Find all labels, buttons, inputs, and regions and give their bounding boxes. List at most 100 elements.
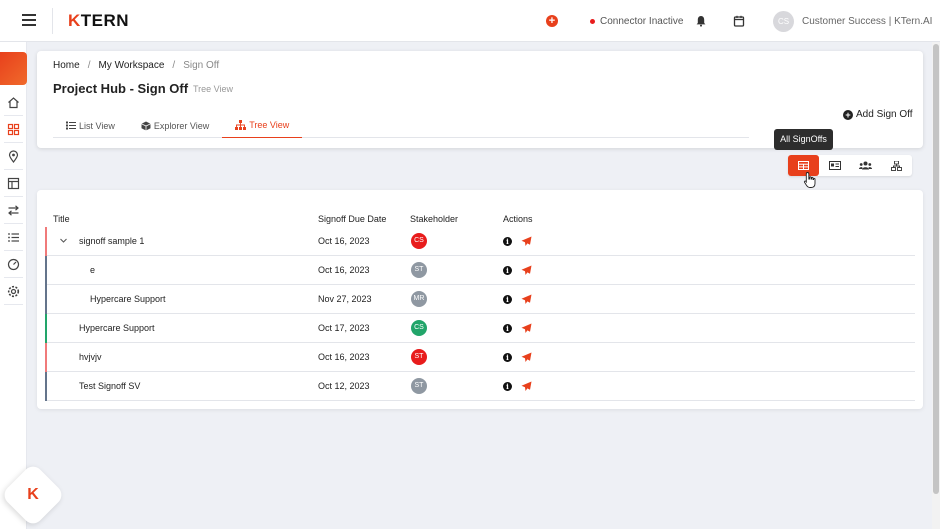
- list-icon[interactable]: [7, 231, 20, 244]
- ktern-k-logo-icon[interactable]: K: [10, 472, 56, 518]
- swap-arrows-icon[interactable]: [7, 204, 20, 217]
- stakeholder-avatar[interactable]: ST: [411, 349, 427, 365]
- send-paper-plane-icon[interactable]: [521, 294, 532, 305]
- tab-list-view[interactable]: List View: [53, 113, 128, 138]
- signoff-table: Title Signoff Due Date Stakeholder Actio…: [37, 190, 923, 409]
- divider: [4, 223, 23, 224]
- tab-explorer-view[interactable]: Explorer View: [128, 113, 222, 138]
- settings-gear-icon[interactable]: [7, 285, 20, 298]
- due-date: Nov 27, 2023: [318, 294, 372, 304]
- divider: [4, 304, 23, 305]
- due-date: Oct 16, 2023: [318, 352, 370, 362]
- divider: [4, 169, 23, 170]
- tab-tree-view[interactable]: Tree View: [222, 113, 303, 138]
- bell-icon[interactable]: [695, 15, 707, 27]
- sidebar-accent: [0, 52, 27, 85]
- divider: [4, 196, 23, 197]
- info-icon[interactable]: i: [503, 324, 512, 333]
- info-icon[interactable]: i: [503, 237, 512, 246]
- send-paper-plane-icon[interactable]: [521, 352, 532, 363]
- stakeholder-avatar[interactable]: CS: [411, 233, 427, 249]
- signoff-title[interactable]: hvjvjv: [79, 352, 102, 362]
- page-subtitle: Tree View: [193, 84, 234, 94]
- scrollbar-thumb[interactable]: [933, 44, 939, 494]
- due-date: Oct 16, 2023: [318, 265, 370, 275]
- breadcrumb: Home / My Workspace / Sign Off: [53, 60, 219, 71]
- signoff-title[interactable]: Hypercare Support: [79, 323, 155, 333]
- column-header-title: Title: [53, 214, 70, 224]
- breadcrumb-my-workspace[interactable]: My Workspace: [98, 60, 164, 71]
- ktern-logo[interactable]: KTERN: [68, 11, 129, 31]
- users-icon: [859, 161, 872, 170]
- table-row[interactable]: signoff sample 1 Oct 16, 2023 CS i: [45, 227, 915, 256]
- plus-circle-icon: +: [843, 109, 853, 120]
- location-pin-icon[interactable]: [7, 150, 20, 163]
- signoff-title[interactable]: Test Signoff SV: [79, 381, 140, 391]
- send-paper-plane-icon[interactable]: [521, 381, 532, 392]
- column-header-actions: Actions: [503, 214, 533, 224]
- send-paper-plane-icon[interactable]: [521, 323, 532, 334]
- calendar-icon[interactable]: [733, 15, 745, 27]
- signoff-title[interactable]: signoff sample 1: [79, 236, 144, 246]
- page-title: Project Hub - Sign Off: [53, 81, 189, 96]
- stakeholder-view-button[interactable]: [850, 155, 881, 176]
- hamburger-menu-icon[interactable]: [22, 14, 36, 26]
- table-row[interactable]: Hypercare Support Oct 17, 2023 CS i: [45, 314, 915, 343]
- home-icon[interactable]: [7, 96, 20, 109]
- status-bar: [45, 343, 47, 372]
- chevron-down-icon[interactable]: [59, 236, 68, 245]
- breadcrumb-separator: /: [87, 60, 91, 71]
- hand-cursor-icon: [803, 172, 816, 188]
- divider: [4, 250, 23, 251]
- status-bar: [45, 372, 47, 401]
- tab-label: List View: [79, 120, 115, 131]
- hierarchy-view-button[interactable]: [881, 155, 912, 176]
- divider: [4, 115, 23, 116]
- list-icon: [66, 121, 76, 130]
- divider: [4, 277, 23, 278]
- page-scrollbar[interactable]: [932, 42, 940, 529]
- breadcrumb-home[interactable]: Home: [53, 60, 80, 71]
- table-row[interactable]: Hypercare Support Nov 27, 2023 MR i: [45, 285, 915, 314]
- dashboard-gauge-icon[interactable]: [7, 258, 20, 271]
- signoff-title[interactable]: e: [90, 265, 95, 275]
- top-bar: KTERN + Connector Inactive CS Customer S…: [0, 0, 940, 42]
- divider: [4, 142, 23, 143]
- stakeholder-avatar[interactable]: CS: [411, 320, 427, 336]
- tab-label: Explorer View: [153, 120, 210, 131]
- table-row[interactable]: Test Signoff SV Oct 12, 2023 ST i: [45, 372, 915, 401]
- due-date: Oct 17, 2023: [318, 323, 370, 333]
- breadcrumb-separator: /: [172, 60, 176, 71]
- sitemap-icon: [891, 160, 902, 171]
- info-icon[interactable]: i: [503, 295, 512, 304]
- id-card-icon: [828, 161, 841, 170]
- cube-icon: [141, 121, 151, 130]
- quick-add-icon[interactable]: +: [546, 15, 558, 27]
- add-sign-off-button[interactable]: + Add Sign Off: [843, 109, 913, 120]
- all-signoffs-tooltip: All SignOffs: [774, 129, 833, 150]
- table-icon: [798, 161, 809, 170]
- table-row[interactable]: e Oct 16, 2023 ST i: [45, 256, 915, 285]
- info-icon[interactable]: i: [503, 382, 512, 391]
- sitemap-icon: [235, 120, 247, 130]
- info-icon[interactable]: i: [503, 353, 512, 362]
- info-icon[interactable]: i: [503, 266, 512, 275]
- view-tabs: List View Explorer View Tree View: [53, 113, 749, 138]
- user-avatar[interactable]: CS: [773, 11, 794, 32]
- send-paper-plane-icon[interactable]: [521, 236, 532, 247]
- send-paper-plane-icon[interactable]: [521, 265, 532, 276]
- stakeholder-avatar[interactable]: MR: [411, 291, 427, 307]
- card-view-button[interactable]: [819, 155, 850, 176]
- tab-label: Tree View: [249, 120, 290, 130]
- divider: [52, 8, 53, 34]
- status-bar: [45, 227, 47, 256]
- signoff-title[interactable]: Hypercare Support: [90, 294, 166, 304]
- sidebar: [0, 42, 27, 529]
- grid-icon[interactable]: [7, 123, 20, 136]
- connector-status[interactable]: Connector Inactive: [590, 16, 683, 27]
- table-row[interactable]: hvjvjv Oct 16, 2023 ST i: [45, 343, 915, 372]
- stakeholder-avatar[interactable]: ST: [411, 378, 427, 394]
- board-icon[interactable]: [7, 177, 20, 190]
- stakeholder-avatar[interactable]: ST: [411, 262, 427, 278]
- user-name[interactable]: Customer Success | KTern.AI: [802, 16, 932, 27]
